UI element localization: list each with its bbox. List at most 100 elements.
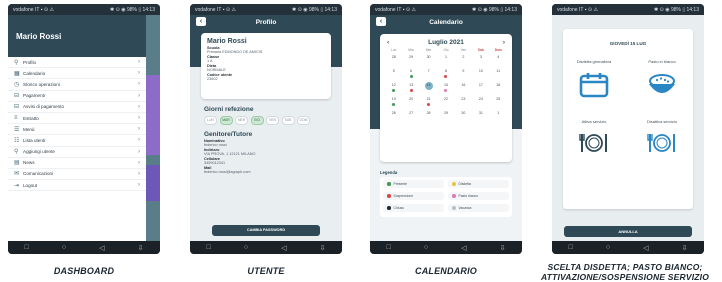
drawer-item-aggiungi-utente[interactable]: ⚲ Aggiungi utente › xyxy=(8,147,146,158)
drawer-item-lista-utenti[interactable]: ☷ Lista utenti › xyxy=(8,135,146,147)
calendar-day[interactable]: 1 xyxy=(437,55,454,66)
calendar-day[interactable]: 3 xyxy=(472,55,489,66)
recent-apps-button[interactable]: □ xyxy=(569,244,573,251)
meal-day-chip[interactable]: GIO xyxy=(250,116,264,125)
calendar-day[interactable]: 16 xyxy=(455,83,472,94)
meal-day-chip[interactable]: DOM xyxy=(297,116,310,125)
drawer-item-avvisi-di-pagamento[interactable]: ⊟ Avvisi di pagamento › xyxy=(8,102,146,113)
calendar-day[interactable]: 20 xyxy=(402,97,419,108)
calendar-day[interactable]: 30 xyxy=(420,55,437,66)
calendar-day[interactable]: 24 xyxy=(472,97,489,108)
calendar-day[interactable]: 15 xyxy=(437,83,454,94)
option-activate-service[interactable]: Attiva servizio xyxy=(565,119,623,159)
back-button[interactable]: ◁ xyxy=(461,244,466,252)
meal-day-chip[interactable]: MAR xyxy=(219,116,233,125)
back-button[interactable]: ◁ xyxy=(643,244,648,252)
calendar-day[interactable]: 4 xyxy=(490,55,507,66)
nav-menu-button[interactable]: ⇩ xyxy=(682,244,688,252)
prev-month-button[interactable]: ‹ xyxy=(387,39,389,46)
meal-day-chip[interactable]: LUN xyxy=(204,116,217,125)
drawer-item-pagamenti[interactable]: ⊟ Pagamenti › xyxy=(8,91,146,102)
option-daily-cancel[interactable]: Disdetta giornaliera xyxy=(565,59,623,103)
calendar-day[interactable]: 23 xyxy=(455,97,472,108)
option-deactivate-service[interactable]: Disattiva servizio xyxy=(633,119,691,159)
weekday-label: Gio xyxy=(443,48,449,52)
calendar-day[interactable]: 29 xyxy=(437,111,454,122)
back-button[interactable]: ◁ xyxy=(281,244,286,252)
drawer-item-label: Avvisi di pagamento xyxy=(23,104,65,110)
chevron-right-icon: › xyxy=(138,92,140,99)
calendar-day[interactable]: 31 xyxy=(472,111,489,122)
calendar-day[interactable]: 10 xyxy=(472,69,489,80)
calendar-day[interactable]: 14 xyxy=(420,81,437,94)
calendar-day[interactable]: 28 xyxy=(385,55,402,66)
home-button[interactable]: ○ xyxy=(244,244,248,251)
drawer-item-storico-operazioni[interactable]: ◷ Storico operazioni › xyxy=(8,79,146,91)
calendar-day[interactable]: 18 xyxy=(490,83,507,94)
home-button[interactable]: ○ xyxy=(424,244,428,251)
back-arrow-button[interactable]: ‹ xyxy=(376,17,386,26)
calendar-day[interactable]: 30 xyxy=(455,111,472,122)
day-number: 12 xyxy=(391,83,396,87)
nav-menu-button[interactable]: ⇩ xyxy=(320,244,326,252)
meal-day-chip[interactable]: MER xyxy=(235,116,248,125)
drawer-item-calendario[interactable]: ▦ Calendario › xyxy=(8,68,146,80)
legend-dot xyxy=(387,194,391,198)
calendar-day[interactable]: 8 xyxy=(437,69,454,80)
calendar-day[interactable]: 9 xyxy=(455,69,472,80)
legend-item: Pasto bianco xyxy=(448,192,509,200)
day-number: 18 xyxy=(496,83,501,87)
next-month-button[interactable]: › xyxy=(503,39,505,46)
nav-menu-button[interactable]: ⇩ xyxy=(500,244,506,252)
drawer-item-comunicazioni[interactable]: ✉ Comunicazioni › xyxy=(8,169,146,181)
calendar-day[interactable]: 17 xyxy=(472,83,489,94)
status-dot xyxy=(444,75,448,78)
calendar-day[interactable]: 21 xyxy=(420,97,437,108)
status-dot xyxy=(427,103,431,106)
nav-menu-button[interactable]: ⇩ xyxy=(138,244,144,252)
calendar-day[interactable]: 26 xyxy=(385,111,402,122)
calendar-icon xyxy=(579,73,609,98)
legend-item: Vacanza xyxy=(448,204,509,212)
drawer-item-logout[interactable]: ⇥ Logout › xyxy=(8,180,146,192)
recent-apps-button[interactable]: □ xyxy=(387,244,391,251)
back-button[interactable]: ◁ xyxy=(99,244,104,252)
option-plain-meal[interactable]: Pasto in bianco xyxy=(633,59,691,103)
recent-apps-button[interactable]: □ xyxy=(207,244,211,251)
cancel-button[interactable]: ANNULLA xyxy=(564,226,692,237)
drawer-item-estratto[interactable]: ≡ Estratto › xyxy=(8,113,146,125)
calendar-day[interactable]: 19 xyxy=(385,97,402,108)
calendar-day[interactable]: 28 xyxy=(420,111,437,122)
calendar-day[interactable]: 5 xyxy=(385,69,402,80)
home-button[interactable]: ○ xyxy=(62,244,66,251)
calendar-day[interactable]: 11 xyxy=(490,69,507,80)
calendar-day[interactable]: 22 xyxy=(437,97,454,108)
legend-dot xyxy=(452,194,456,198)
drawer-item-profilo[interactable]: ⚲ Profilo › xyxy=(8,57,146,69)
calendar-day[interactable]: 29 xyxy=(402,55,419,66)
android-nav-bar: □ ○ ◁ ⇩ xyxy=(552,241,704,254)
calendar-day[interactable]: 6 xyxy=(402,69,419,80)
back-arrow-button[interactable]: ‹ xyxy=(196,17,206,26)
day-number: 28 xyxy=(426,111,431,115)
calendar-day[interactable]: 12 xyxy=(385,83,402,94)
meal-day-chip[interactable]: VEN xyxy=(266,116,279,125)
calendar-day[interactable]: 7 xyxy=(420,69,437,80)
chevron-right-icon: › xyxy=(138,59,140,66)
calendar-day[interactable]: 25 xyxy=(490,97,507,108)
meal-day-chip[interactable]: SAB xyxy=(281,116,295,125)
recent-apps-button[interactable]: □ xyxy=(25,244,29,251)
day-number: 11 xyxy=(496,69,501,73)
profile-body: Mario Rossi Scuola Primaria EDMONDO DE AM… xyxy=(190,29,342,241)
legend-label: Disdetta xyxy=(458,182,471,186)
weekday-label: Ven xyxy=(460,48,467,52)
calendar-day[interactable]: 2 xyxy=(455,55,472,66)
drawer-item-men-[interactable]: ☰ Menù › xyxy=(8,124,146,136)
home-button[interactable]: ○ xyxy=(606,244,610,251)
calendar-day[interactable]: 1 xyxy=(490,111,507,122)
calendar-day[interactable]: 27 xyxy=(402,111,419,122)
drawer-item-news[interactable]: ▤ News › xyxy=(8,158,146,169)
legend-dot xyxy=(452,182,456,186)
calendar-day[interactable]: 13 xyxy=(402,83,419,94)
change-password-button[interactable]: CAMBIA PASSWORD xyxy=(212,225,320,236)
